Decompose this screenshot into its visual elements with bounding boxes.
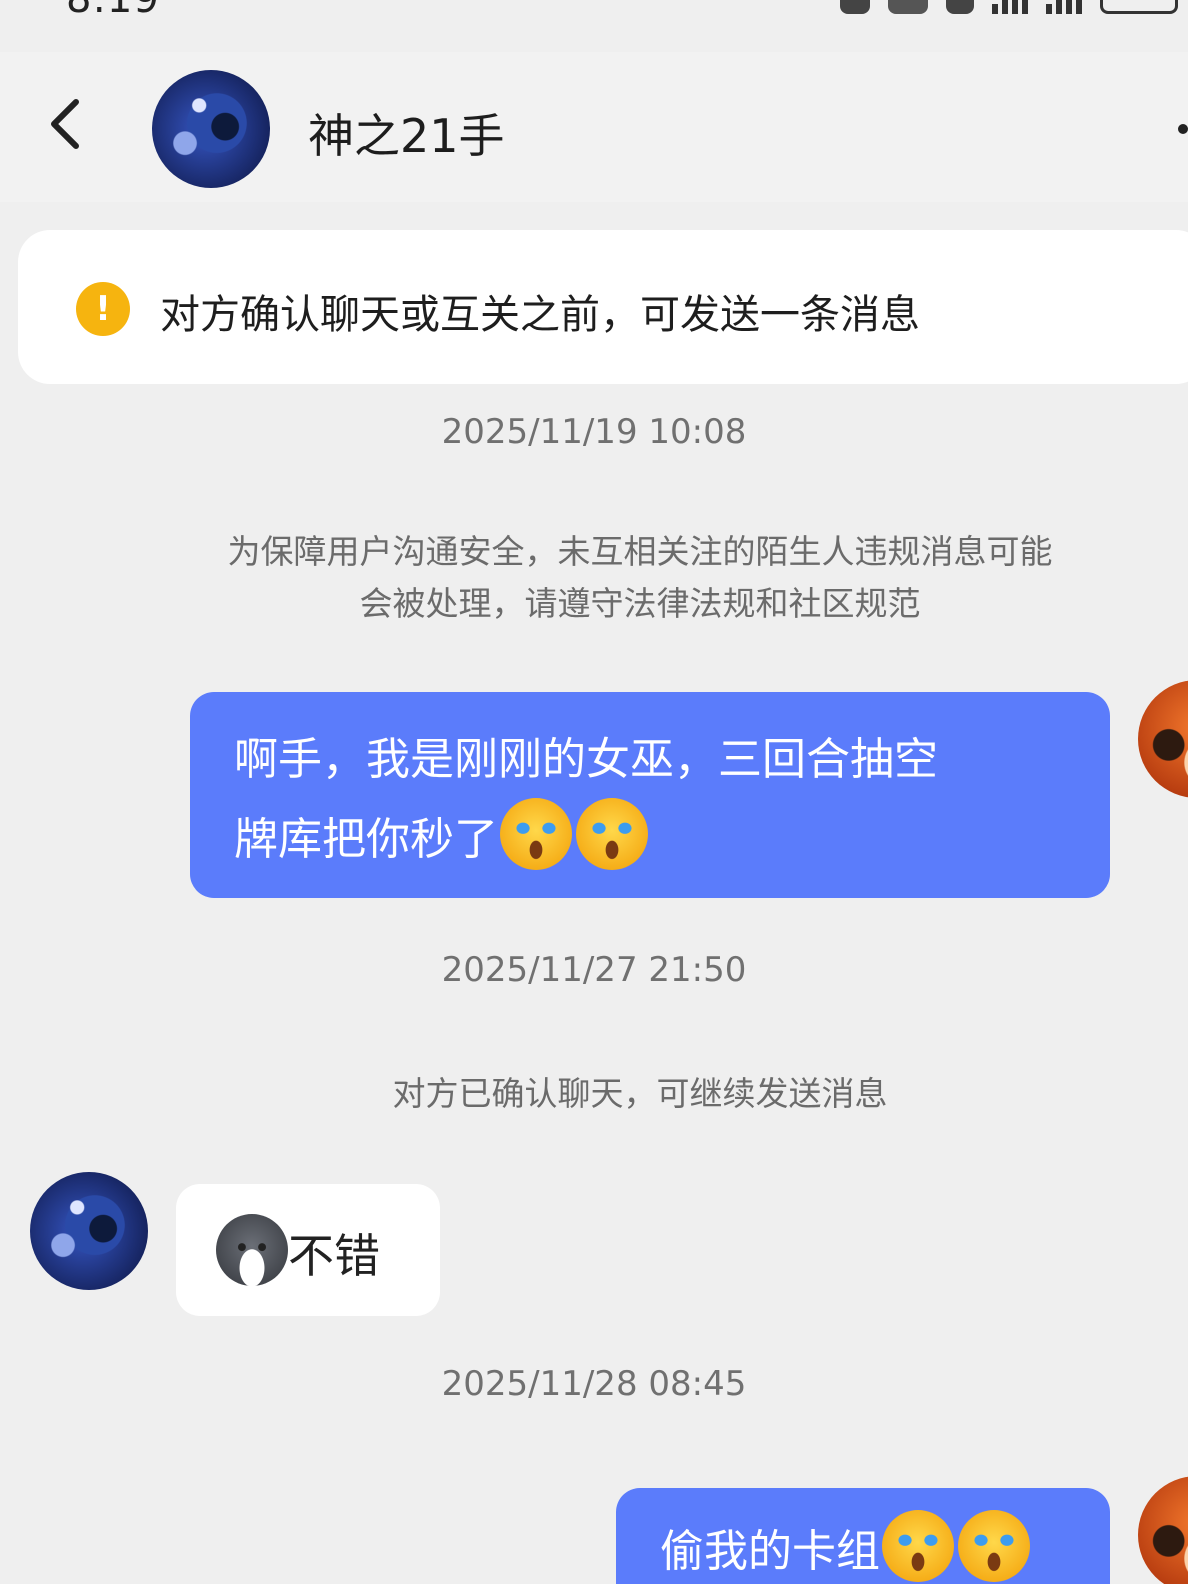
message-line: 牌库把你秒了 bbox=[234, 798, 1074, 878]
status-icons bbox=[840, 0, 1178, 14]
more-dots-icon[interactable] bbox=[1178, 124, 1188, 134]
status-bar: 8:19 bbox=[0, 0, 1188, 22]
status-time: 8:19 bbox=[66, 0, 160, 22]
system-message-line: 会被处理，请遵守法律法规和社区规范 bbox=[359, 584, 921, 623]
timestamp: 2025/11/28 08:45 bbox=[441, 1364, 747, 1404]
chat-screen: 8:19 神之21手 ! 对方确认聊天或互关之前，可发送一条消息 2025/11… bbox=[0, 0, 1188, 1584]
system-message: 对方已确认聊天，可继续发送消息 bbox=[392, 1074, 888, 1113]
crying-face-emoji-icon bbox=[500, 798, 572, 870]
chat-header: 神之21手 bbox=[0, 52, 1188, 202]
battery-icon bbox=[1100, 0, 1178, 14]
message-text: 牌库把你秒了 bbox=[234, 814, 498, 865]
my-avatar[interactable] bbox=[1138, 1476, 1188, 1584]
system-message-line: 为保障用户沟通安全，未互相关注的陌生人违规消息可能 bbox=[227, 532, 1053, 571]
exclamation-circle-icon: ! bbox=[76, 282, 130, 336]
back-button[interactable] bbox=[42, 94, 92, 154]
outgoing-message-bubble[interactable]: 啊手，我是刚刚的女巫，三回合抽空 牌库把你秒了 bbox=[190, 692, 1110, 898]
outgoing-message-bubble[interactable]: 偷我的卡组 bbox=[616, 1488, 1110, 1584]
crying-face-emoji-icon bbox=[958, 1510, 1030, 1582]
notice-text: 对方确认聊天或互关之前，可发送一条消息 bbox=[160, 292, 920, 338]
notice-banner: ! 对方确认聊天或互关之前，可发送一条消息 bbox=[18, 230, 1188, 384]
chevron-left-icon bbox=[51, 99, 79, 149]
crying-face-emoji-icon bbox=[576, 798, 648, 870]
contact-name[interactable]: 神之21手 bbox=[308, 100, 505, 166]
contact-avatar[interactable] bbox=[152, 70, 270, 188]
mute-icon bbox=[840, 0, 870, 14]
timestamp: 2025/11/19 10:08 bbox=[441, 412, 747, 452]
husky-emoji-icon bbox=[216, 1214, 288, 1286]
signal-icon-2 bbox=[1046, 0, 1082, 14]
crying-face-emoji-icon bbox=[882, 1510, 954, 1582]
timestamp: 2025/11/27 21:50 bbox=[441, 950, 747, 990]
incoming-message-bubble[interactable]: 不错 bbox=[176, 1184, 440, 1316]
my-avatar[interactable] bbox=[1138, 680, 1188, 798]
bluetooth-icon bbox=[888, 0, 928, 14]
system-message: 为保障用户沟通安全，未互相关注的陌生人违规消息可能 会被处理，请遵守法律法规和社… bbox=[150, 526, 1130, 630]
nfc-icon bbox=[946, 0, 974, 14]
message-text: 偷我的卡组 bbox=[660, 1526, 880, 1577]
contact-avatar-small[interactable] bbox=[30, 1172, 148, 1290]
signal-icon bbox=[992, 0, 1028, 14]
message-text: 啊手，我是刚刚的女巫，三回合抽空 bbox=[234, 734, 938, 785]
message-text: 不错 bbox=[288, 1229, 380, 1283]
